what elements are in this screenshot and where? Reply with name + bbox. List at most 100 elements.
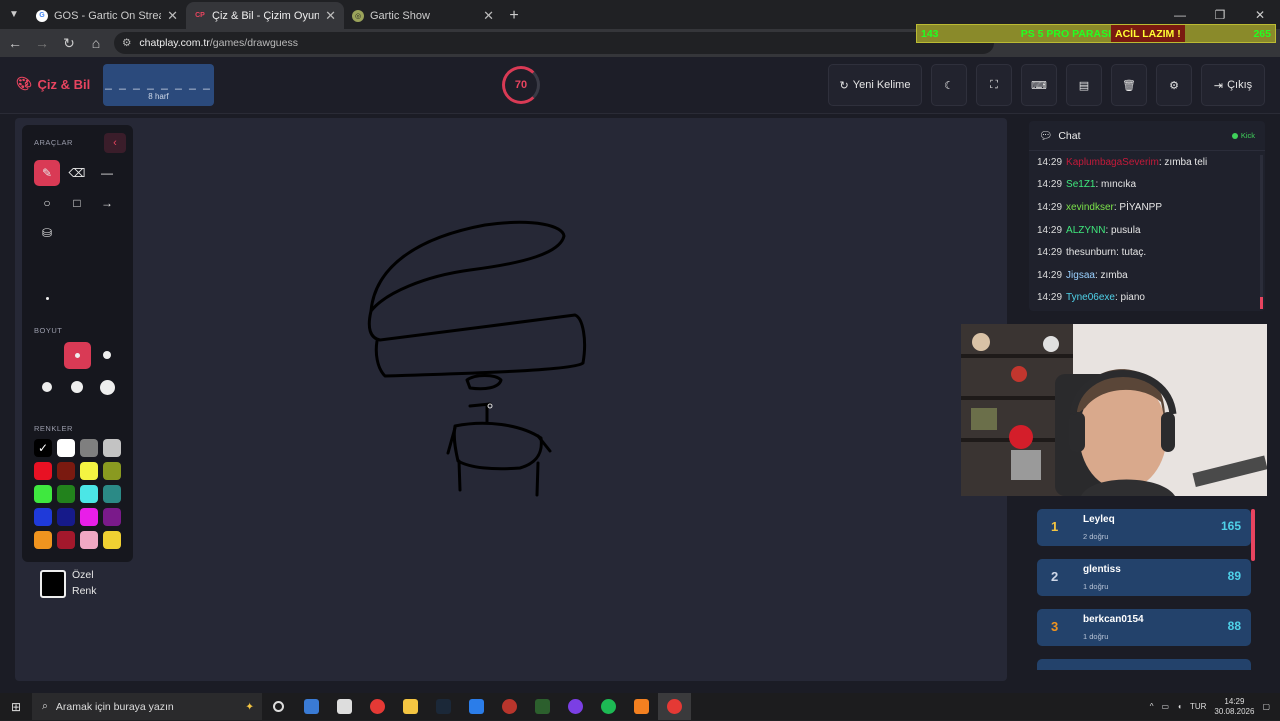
color-swatch[interactable] xyxy=(103,439,121,457)
color-swatch[interactable] xyxy=(57,531,75,549)
keyboard-button[interactable]: ⌨ xyxy=(1021,64,1057,106)
color-swatch[interactable] xyxy=(57,462,75,480)
windows-start-icon[interactable]: ⊞ xyxy=(0,700,32,714)
message-time: 14:29 xyxy=(1037,179,1063,191)
exit-button[interactable]: ⇥ Çıkış xyxy=(1201,64,1265,106)
app-icon[interactable] xyxy=(460,693,493,720)
color-swatch[interactable] xyxy=(103,462,121,480)
color-swatch[interactable] xyxy=(57,439,75,457)
size-3-button[interactable] xyxy=(94,342,120,368)
message-user[interactable]: KaplumbagaSeverim xyxy=(1066,157,1159,168)
color-swatch[interactable] xyxy=(34,485,52,503)
task-view-icon[interactable] xyxy=(262,693,295,720)
tab-search-icon[interactable]: ▼ xyxy=(0,0,28,29)
color-swatch[interactable] xyxy=(80,531,98,549)
close-icon[interactable]: ✕ xyxy=(325,8,336,24)
size-2-button[interactable] xyxy=(64,342,91,369)
size-4-button[interactable] xyxy=(34,374,60,400)
new-tab-plus-icon[interactable]: + xyxy=(502,2,526,29)
app-logo[interactable]: 🎨︎ Çiz & Bil xyxy=(16,76,90,92)
leaderboard-row[interactable]: 1 Leyleq 2 doğru 165 xyxy=(1037,509,1251,546)
tab-title: GOS - Gartic On Stream xyxy=(54,9,161,22)
player-correct-count: 2 doğru xyxy=(1083,532,1109,541)
forward-arrow-icon[interactable]: → xyxy=(30,31,54,55)
message-user[interactable]: xevindkser xyxy=(1066,202,1114,213)
url-bar[interactable]: ⚙ chatplay.com.tr/games/drawguess xyxy=(114,32,994,54)
back-arrow-icon[interactable]: ← xyxy=(3,31,27,55)
close-icon[interactable]: ✕ xyxy=(167,8,178,24)
color-swatch[interactable] xyxy=(57,485,75,503)
color-swatch[interactable] xyxy=(103,531,121,549)
language-indicator[interactable]: TUR xyxy=(1190,702,1206,711)
file-explorer-icon[interactable] xyxy=(394,693,427,720)
color-swatch[interactable] xyxy=(57,508,75,526)
color-swatch[interactable] xyxy=(103,508,121,526)
color-swatch[interactable] xyxy=(103,485,121,503)
chat-scroll-thumb[interactable] xyxy=(1260,297,1263,309)
message-user[interactable]: Se1Z1 xyxy=(1066,179,1095,190)
message-user[interactable]: Tyne06exe xyxy=(1066,292,1115,303)
color-swatch[interactable]: ✓ xyxy=(34,439,52,457)
leaderboard-row-partial[interactable] xyxy=(1037,659,1251,670)
message-user[interactable]: thesunburn xyxy=(1066,247,1116,258)
fullscreen-button[interactable]: ⛶ xyxy=(976,64,1012,106)
tab-gartic-on-stream[interactable]: G GOS - Gartic On Stream ✕ xyxy=(28,2,186,29)
notification-icon[interactable]: ▢ xyxy=(1262,702,1270,711)
collapse-tools-button[interactable]: ‹ xyxy=(104,133,126,153)
leaderboard-scrollbar-thumb[interactable] xyxy=(1251,509,1255,561)
network-icon[interactable]: ▭ xyxy=(1162,702,1170,711)
steam-icon[interactable] xyxy=(427,693,460,720)
color-swatch[interactable] xyxy=(80,485,98,503)
close-icon[interactable]: ✕ xyxy=(483,8,494,24)
tab-ciz-bil[interactable]: CP Çiz & Bil - Çizim Oyunu ✕ xyxy=(186,2,344,29)
dark-mode-button[interactable]: ☾ xyxy=(931,64,967,106)
size-5-button[interactable] xyxy=(64,374,90,400)
store-icon[interactable] xyxy=(328,693,361,720)
archive-button[interactable]: ▤ xyxy=(1066,64,1102,106)
color-swatch[interactable] xyxy=(34,508,52,526)
obs-icon[interactable] xyxy=(559,693,592,720)
leaderboard-row[interactable]: 2 glentiss 1 doğru 89 xyxy=(1037,559,1251,596)
drawing-canvas[interactable] xyxy=(15,118,1007,681)
message-user[interactable]: ALZYNN xyxy=(1066,225,1105,236)
player-name: Leyleq xyxy=(1083,514,1115,525)
color-swatch[interactable] xyxy=(80,439,98,457)
volume-icon[interactable]: ◖ xyxy=(1177,702,1182,711)
color-swatch[interactable] xyxy=(80,462,98,480)
leaderboard-row[interactable]: 3 berkcan0154 1 doğru 88 xyxy=(1037,609,1251,646)
app-icon[interactable] xyxy=(493,693,526,720)
eraser-tool-button[interactable]: ⌫ xyxy=(64,160,90,186)
taskbar-search-box[interactable]: ⌕ Aramak için buraya yazın ✦ xyxy=(32,693,262,720)
custom-color-swatch[interactable] xyxy=(40,570,66,598)
chevron-up-icon[interactable]: ^ xyxy=(1150,702,1154,711)
chrome-icon[interactable] xyxy=(361,693,394,720)
site-info-icon[interactable]: ⚙ xyxy=(122,37,131,49)
spotify-icon[interactable] xyxy=(592,693,625,720)
line-tool-button[interactable]: — xyxy=(94,160,120,186)
color-swatch[interactable] xyxy=(80,508,98,526)
cloudflare-icon[interactable] xyxy=(625,693,658,720)
color-swatch[interactable] xyxy=(34,531,52,549)
rectangle-tool-button[interactable]: □ xyxy=(64,190,90,216)
arrow-tool-button[interactable]: → xyxy=(94,190,120,216)
palette-icon: 🎨︎ xyxy=(16,76,33,91)
app-icon[interactable] xyxy=(295,693,328,720)
color-swatch[interactable] xyxy=(34,462,52,480)
chrome-active-icon[interactable] xyxy=(658,693,691,720)
custom-color-label[interactable]: Özel Renk xyxy=(72,567,97,599)
fill-tool-button[interactable]: ⛁ xyxy=(34,220,60,246)
app-icon[interactable] xyxy=(526,693,559,720)
reload-icon[interactable]: ↻ xyxy=(57,31,81,55)
chat-scrollbar[interactable] xyxy=(1260,155,1263,309)
size-6-button[interactable] xyxy=(94,374,120,400)
settings-button[interactable]: ⚙ xyxy=(1156,64,1192,106)
message-user[interactable]: Jigsaa xyxy=(1066,270,1095,281)
new-word-button[interactable]: ↻ Yeni Kelime xyxy=(828,64,922,106)
size-1-button[interactable] xyxy=(34,285,60,311)
tab-gartic-show[interactable]: ◎ Gartic Show ✕ xyxy=(344,2,502,29)
home-icon[interactable]: ⌂ xyxy=(84,31,108,55)
circle-tool-button[interactable]: ○ xyxy=(34,190,60,216)
delete-button[interactable]: 🗑︎ xyxy=(1111,64,1147,106)
brush-tool-button[interactable]: ✎ xyxy=(34,160,60,186)
clock[interactable]: 14:29 30.08.2026 xyxy=(1214,697,1254,717)
